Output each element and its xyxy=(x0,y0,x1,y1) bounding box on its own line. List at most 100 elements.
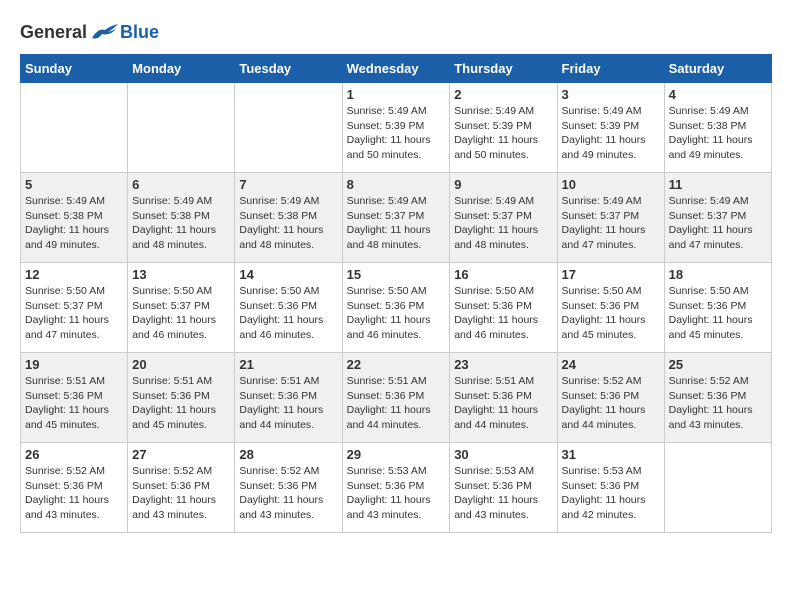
calendar-cell xyxy=(235,83,342,173)
day-number: 9 xyxy=(454,177,552,192)
day-info: Sunrise: 5:50 AM Sunset: 5:37 PM Dayligh… xyxy=(132,284,230,343)
calendar-cell: 29 Sunrise: 5:53 AM Sunset: 5:36 PM Dayli… xyxy=(342,443,450,533)
day-number: 1 xyxy=(347,87,446,102)
calendar-cell: 27 Sunrise: 5:52 AM Sunset: 5:36 PM Dayli… xyxy=(128,443,235,533)
day-number: 18 xyxy=(669,267,767,282)
calendar-cell: 23 Sunrise: 5:51 AM Sunset: 5:36 PM Dayli… xyxy=(450,353,557,443)
calendar-cell xyxy=(664,443,771,533)
day-info: Sunrise: 5:49 AM Sunset: 5:38 PM Dayligh… xyxy=(669,104,767,163)
day-number: 15 xyxy=(347,267,446,282)
day-number: 20 xyxy=(132,357,230,372)
day-info: Sunrise: 5:52 AM Sunset: 5:36 PM Dayligh… xyxy=(669,374,767,433)
day-info: Sunrise: 5:52 AM Sunset: 5:36 PM Dayligh… xyxy=(239,464,337,523)
calendar-cell: 8 Sunrise: 5:49 AM Sunset: 5:37 PM Daylig… xyxy=(342,173,450,263)
calendar-cell: 7Sunrise: 5:49 AM Sunset: 5:38 PM Daylig… xyxy=(235,173,342,263)
day-info: Sunrise: 5:49 AM Sunset: 5:38 PM Dayligh… xyxy=(132,194,230,253)
day-info: Sunrise: 5:49 AM Sunset: 5:38 PM Dayligh… xyxy=(239,194,337,253)
calendar-week-row: 12 Sunrise: 5:50 AM Sunset: 5:37 PM Dayli… xyxy=(21,263,772,353)
calendar-cell: 28 Sunrise: 5:52 AM Sunset: 5:36 PM Dayli… xyxy=(235,443,342,533)
calendar-cell: 25 Sunrise: 5:52 AM Sunset: 5:36 PM Dayli… xyxy=(664,353,771,443)
calendar-cell: 2Sunrise: 5:49 AM Sunset: 5:39 PM Daylig… xyxy=(450,83,557,173)
day-info: Sunrise: 5:50 AM Sunset: 5:36 PM Dayligh… xyxy=(669,284,767,343)
calendar-cell: 3Sunrise: 5:49 AM Sunset: 5:39 PM Daylig… xyxy=(557,83,664,173)
day-info: Sunrise: 5:50 AM Sunset: 5:37 PM Dayligh… xyxy=(25,284,123,343)
calendar-cell: 30Sunrise: 5:53 AM Sunset: 5:36 PM Dayli… xyxy=(450,443,557,533)
calendar-week-row: 26Sunrise: 5:52 AM Sunset: 5:36 PM Dayli… xyxy=(21,443,772,533)
day-number: 29 xyxy=(347,447,446,462)
day-number: 31 xyxy=(562,447,660,462)
day-number: 6 xyxy=(132,177,230,192)
calendar-cell: 31 Sunrise: 5:53 AM Sunset: 5:36 PM Dayli… xyxy=(557,443,664,533)
logo-blue-text: Blue xyxy=(120,22,159,43)
day-info: Sunrise: 5:51 AM Sunset: 5:36 PM Dayligh… xyxy=(239,374,337,433)
day-number: 14 xyxy=(239,267,337,282)
day-info: Sunrise: 5:49 AM Sunset: 5:38 PM Dayligh… xyxy=(25,194,123,253)
calendar-cell: 17 Sunrise: 5:50 AM Sunset: 5:36 PM Dayli… xyxy=(557,263,664,353)
calendar-cell: 12 Sunrise: 5:50 AM Sunset: 5:37 PM Dayli… xyxy=(21,263,128,353)
calendar-cell: 20Sunrise: 5:51 AM Sunset: 5:36 PM Dayli… xyxy=(128,353,235,443)
day-info: Sunrise: 5:50 AM Sunset: 5:36 PM Dayligh… xyxy=(454,284,552,343)
day-number: 10 xyxy=(562,177,660,192)
day-info: Sunrise: 5:49 AM Sunset: 5:37 PM Dayligh… xyxy=(562,194,660,253)
day-info: Sunrise: 5:53 AM Sunset: 5:36 PM Dayligh… xyxy=(562,464,660,523)
day-info: Sunrise: 5:51 AM Sunset: 5:36 PM Dayligh… xyxy=(347,374,446,433)
calendar-cell: 4 Sunrise: 5:49 AM Sunset: 5:38 PM Daylig… xyxy=(664,83,771,173)
day-number: 8 xyxy=(347,177,446,192)
calendar-cell: 9 Sunrise: 5:49 AM Sunset: 5:37 PM Daylig… xyxy=(450,173,557,263)
day-info: Sunrise: 5:49 AM Sunset: 5:39 PM Dayligh… xyxy=(454,104,552,163)
logo-general-text: General xyxy=(20,22,87,43)
day-number: 25 xyxy=(669,357,767,372)
weekday-header: Saturday xyxy=(664,55,771,83)
page-header: General Blue xyxy=(20,20,772,44)
day-info: Sunrise: 5:50 AM Sunset: 5:36 PM Dayligh… xyxy=(562,284,660,343)
day-number: 23 xyxy=(454,357,552,372)
day-number: 28 xyxy=(239,447,337,462)
day-number: 19 xyxy=(25,357,123,372)
calendar-cell: 21 Sunrise: 5:51 AM Sunset: 5:36 PM Dayli… xyxy=(235,353,342,443)
day-info: Sunrise: 5:52 AM Sunset: 5:36 PM Dayligh… xyxy=(25,464,123,523)
day-number: 24 xyxy=(562,357,660,372)
day-info: Sunrise: 5:49 AM Sunset: 5:37 PM Dayligh… xyxy=(669,194,767,253)
day-number: 5 xyxy=(25,177,123,192)
calendar-cell: 10 Sunrise: 5:49 AM Sunset: 5:37 PM Dayli… xyxy=(557,173,664,263)
calendar-cell xyxy=(128,83,235,173)
day-info: Sunrise: 5:49 AM Sunset: 5:37 PM Dayligh… xyxy=(347,194,446,253)
calendar-cell: 22 Sunrise: 5:51 AM Sunset: 5:36 PM Dayli… xyxy=(342,353,450,443)
day-info: Sunrise: 5:53 AM Sunset: 5:36 PM Dayligh… xyxy=(347,464,446,523)
day-number: 22 xyxy=(347,357,446,372)
weekday-header-row: SundayMondayTuesdayWednesdayThursdayFrid… xyxy=(21,55,772,83)
day-info: Sunrise: 5:49 AM Sunset: 5:39 PM Dayligh… xyxy=(347,104,446,163)
day-info: Sunrise: 5:52 AM Sunset: 5:36 PM Dayligh… xyxy=(132,464,230,523)
calendar-cell xyxy=(21,83,128,173)
day-info: Sunrise: 5:51 AM Sunset: 5:36 PM Dayligh… xyxy=(25,374,123,433)
logo: General Blue xyxy=(20,20,159,44)
day-number: 16 xyxy=(454,267,552,282)
calendar-cell: 19 Sunrise: 5:51 AM Sunset: 5:36 PM Dayli… xyxy=(21,353,128,443)
calendar-cell: 6 Sunrise: 5:49 AM Sunset: 5:38 PM Daylig… xyxy=(128,173,235,263)
day-info: Sunrise: 5:50 AM Sunset: 5:36 PM Dayligh… xyxy=(347,284,446,343)
calendar-cell: 5 Sunrise: 5:49 AM Sunset: 5:38 PM Daylig… xyxy=(21,173,128,263)
calendar-cell: 18 Sunrise: 5:50 AM Sunset: 5:36 PM Dayli… xyxy=(664,263,771,353)
day-info: Sunrise: 5:51 AM Sunset: 5:36 PM Dayligh… xyxy=(454,374,552,433)
calendar-cell: 13 Sunrise: 5:50 AM Sunset: 5:37 PM Dayli… xyxy=(128,263,235,353)
calendar-cell: 1 Sunrise: 5:49 AM Sunset: 5:39 PM Daylig… xyxy=(342,83,450,173)
day-number: 11 xyxy=(669,177,767,192)
calendar-cell: 14Sunrise: 5:50 AM Sunset: 5:36 PM Dayli… xyxy=(235,263,342,353)
day-number: 21 xyxy=(239,357,337,372)
calendar-week-row: 1 Sunrise: 5:49 AM Sunset: 5:39 PM Daylig… xyxy=(21,83,772,173)
day-number: 12 xyxy=(25,267,123,282)
day-number: 27 xyxy=(132,447,230,462)
calendar-table: SundayMondayTuesdayWednesdayThursdayFrid… xyxy=(20,54,772,533)
logo-bird-icon xyxy=(90,20,120,44)
weekday-header: Thursday xyxy=(450,55,557,83)
day-number: 17 xyxy=(562,267,660,282)
day-info: Sunrise: 5:53 AM Sunset: 5:36 PM Dayligh… xyxy=(454,464,552,523)
calendar-week-row: 5 Sunrise: 5:49 AM Sunset: 5:38 PM Daylig… xyxy=(21,173,772,263)
day-number: 13 xyxy=(132,267,230,282)
day-info: Sunrise: 5:49 AM Sunset: 5:39 PM Dayligh… xyxy=(562,104,660,163)
calendar-cell: 15 Sunrise: 5:50 AM Sunset: 5:36 PM Dayli… xyxy=(342,263,450,353)
day-number: 4 xyxy=(669,87,767,102)
day-info: Sunrise: 5:49 AM Sunset: 5:37 PM Dayligh… xyxy=(454,194,552,253)
weekday-header: Friday xyxy=(557,55,664,83)
calendar-cell: 26Sunrise: 5:52 AM Sunset: 5:36 PM Dayli… xyxy=(21,443,128,533)
